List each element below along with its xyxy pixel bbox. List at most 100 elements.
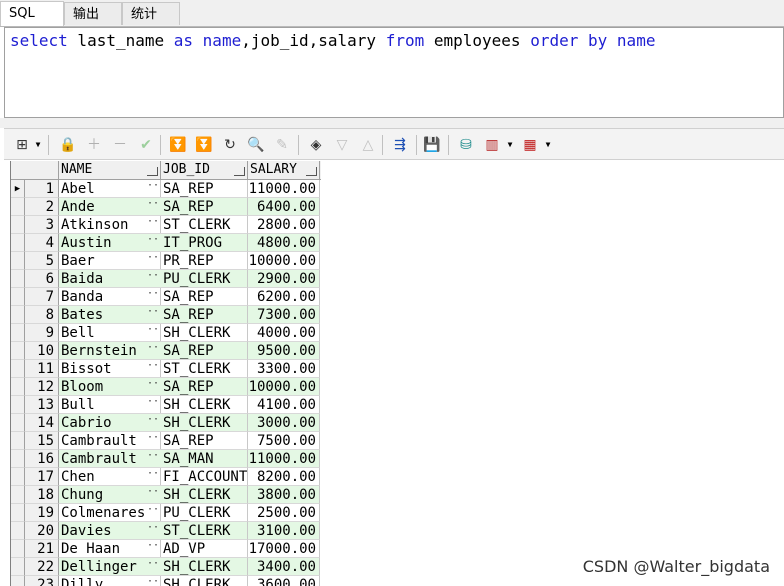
save-icon[interactable]: 💾 (422, 135, 442, 155)
ellipsis-button[interactable]: ··· (147, 522, 161, 540)
table-row[interactable]: 6Baida···PU_CLERK2900.00 (11, 270, 321, 288)
row-indicator[interactable] (11, 270, 25, 288)
cell-job-id[interactable]: SA_MAN (161, 450, 248, 468)
tab-statistics[interactable]: 统计 (122, 2, 180, 25)
row-indicator[interactable] (11, 450, 25, 468)
add-record-icon[interactable]: ＋ (84, 135, 104, 155)
cell-name[interactable]: Davies (59, 522, 161, 540)
row-number[interactable]: 2 (25, 198, 59, 216)
cell-name[interactable]: Baer (59, 252, 161, 270)
cell-salary[interactable]: 10000.00 (248, 252, 320, 270)
table-row[interactable]: 9Bell···SH_CLERK4000.00 (11, 324, 321, 342)
chart-icon[interactable]: ▥ (482, 135, 502, 155)
row-number[interactable]: 15 (25, 432, 59, 450)
cell-salary[interactable]: 2500.00 (248, 504, 320, 522)
ellipsis-button[interactable]: ··· (147, 576, 161, 586)
cell-salary[interactable]: 3800.00 (248, 486, 320, 504)
table-icon[interactable]: ▦ (520, 135, 540, 155)
cell-name[interactable]: Bloom (59, 378, 161, 396)
cell-salary[interactable]: 17000.00 (248, 540, 320, 558)
connect-icon[interactable]: ⇶ (390, 135, 410, 155)
lock-icon[interactable]: 🔒 (58, 135, 78, 155)
cell-salary[interactable]: 3300.00 (248, 360, 320, 378)
row-indicator[interactable] (11, 324, 25, 342)
row-number[interactable]: 23 (25, 576, 59, 586)
cell-job-id[interactable]: SH_CLERK (161, 414, 248, 432)
ellipsis-button[interactable]: ··· (147, 288, 161, 306)
refresh-icon[interactable]: ↻ (220, 135, 240, 155)
clear-icon[interactable]: ✎ (272, 135, 292, 155)
cell-salary[interactable]: 10000.00 (248, 378, 320, 396)
fetch-next-icon[interactable]: ⏬ (168, 135, 188, 155)
result-grid[interactable]: NAME JOB_ID SALARY ▶1Abel···SA_REP11000.… (10, 161, 321, 586)
table-row[interactable]: 19Colmenares···PU_CLERK2500.00 (11, 504, 321, 522)
row-indicator[interactable] (11, 396, 25, 414)
cell-job-id[interactable]: IT_PROG (161, 234, 248, 252)
row-indicator[interactable] (11, 378, 25, 396)
row-indicator[interactable] (11, 558, 25, 576)
cell-job-id[interactable]: ST_CLERK (161, 216, 248, 234)
row-indicator[interactable] (11, 468, 25, 486)
cell-job-id[interactable]: SA_REP (161, 432, 248, 450)
cell-salary[interactable]: 3400.00 (248, 558, 320, 576)
row-number[interactable]: 18 (25, 486, 59, 504)
cell-job-id[interactable]: SA_REP (161, 378, 248, 396)
column-header-salary[interactable]: SALARY (248, 161, 320, 179)
ellipsis-button[interactable]: ··· (147, 252, 161, 270)
cell-salary[interactable]: 6200.00 (248, 288, 320, 306)
cell-name[interactable]: Bell (59, 324, 161, 342)
grid-view-icon[interactable]: ⊞ (12, 135, 32, 155)
cell-salary[interactable]: 2900.00 (248, 270, 320, 288)
row-number[interactable]: 10 (25, 342, 59, 360)
ellipsis-button[interactable]: ··· (147, 432, 161, 450)
column-header-job-id[interactable]: JOB_ID (161, 161, 248, 179)
cell-job-id[interactable]: ST_CLERK (161, 360, 248, 378)
table-row[interactable]: 15Cambrault···SA_REP7500.00 (11, 432, 321, 450)
cell-name[interactable]: Chung (59, 486, 161, 504)
cell-name[interactable]: Dellinger (59, 558, 161, 576)
ellipsis-button[interactable]: ··· (147, 486, 161, 504)
cell-name[interactable]: Cambrault (59, 450, 161, 468)
chevron-down-icon[interactable]: ▼ (506, 135, 514, 155)
row-indicator[interactable]: ▶ (11, 180, 25, 198)
cell-salary[interactable]: 3600.00 (248, 576, 320, 586)
ellipsis-button[interactable]: ··· (147, 504, 161, 522)
cell-name[interactable]: Bernstein (59, 342, 161, 360)
ellipsis-button[interactable]: ··· (147, 414, 161, 432)
ellipsis-button[interactable]: ··· (147, 558, 161, 576)
ellipsis-button[interactable]: ··· (147, 468, 161, 486)
delete-record-icon[interactable]: － (110, 135, 130, 155)
cell-salary[interactable]: 2800.00 (248, 216, 320, 234)
table-row[interactable]: 23Dilly···SH_CLERK3600.00 (11, 576, 321, 586)
row-indicator[interactable] (11, 522, 25, 540)
column-header-name[interactable]: NAME (59, 161, 161, 179)
table-row[interactable]: ▶1Abel···SA_REP11000.00 (11, 180, 321, 198)
row-indicator[interactable] (11, 234, 25, 252)
cell-job-id[interactable]: SA_REP (161, 198, 248, 216)
cell-name[interactable]: Banda (59, 288, 161, 306)
ellipsis-button[interactable]: ··· (147, 234, 161, 252)
table-row[interactable]: 8Bates···SA_REP7300.00 (11, 306, 321, 324)
table-row[interactable]: 12Bloom···SA_REP10000.00 (11, 378, 321, 396)
cell-salary[interactable]: 4000.00 (248, 324, 320, 342)
table-row[interactable]: 10Bernstein···SA_REP9500.00 (11, 342, 321, 360)
sort-up-icon[interactable]: △ (358, 135, 378, 155)
table-row[interactable]: 5Baer···PR_REP10000.00 (11, 252, 321, 270)
cell-job-id[interactable]: SH_CLERK (161, 486, 248, 504)
find-icon[interactable]: 🔍 (246, 135, 266, 155)
ellipsis-button[interactable]: ··· (147, 324, 161, 342)
ellipsis-button[interactable]: ··· (147, 306, 161, 324)
cell-job-id[interactable]: SA_REP (161, 306, 248, 324)
cell-job-id[interactable]: PU_CLERK (161, 504, 248, 522)
row-number[interactable]: 5 (25, 252, 59, 270)
row-number[interactable]: 12 (25, 378, 59, 396)
row-indicator[interactable] (11, 342, 25, 360)
table-row[interactable]: 3Atkinson···ST_CLERK2800.00 (11, 216, 321, 234)
row-indicator[interactable] (11, 360, 25, 378)
cell-salary[interactable]: 3000.00 (248, 414, 320, 432)
row-indicator[interactable] (11, 216, 25, 234)
cell-salary[interactable]: 7300.00 (248, 306, 320, 324)
ellipsis-button[interactable]: ··· (147, 360, 161, 378)
table-row[interactable]: 18Chung···SH_CLERK3800.00 (11, 486, 321, 504)
row-number[interactable]: 17 (25, 468, 59, 486)
